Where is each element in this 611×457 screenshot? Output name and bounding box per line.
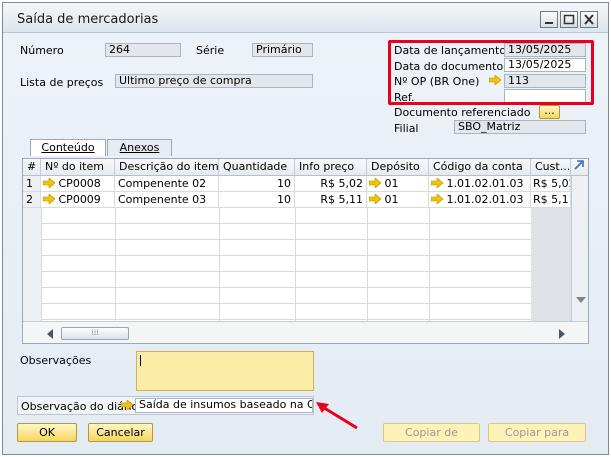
text-cursor xyxy=(140,355,141,366)
annotation-arrow-icon xyxy=(316,402,358,430)
link-arrow-icon[interactable] xyxy=(430,177,444,189)
numero-label: Número xyxy=(20,44,64,57)
vertical-scrollbar[interactable] xyxy=(571,176,588,321)
scroll-thumb[interactable]: ⁞⁞⁞ xyxy=(61,327,129,340)
minimize-button[interactable] xyxy=(540,11,558,28)
cost-cell[interactable]: R$ 5,02 xyxy=(531,176,571,192)
warehouse-cell[interactable]: 01 xyxy=(367,192,429,208)
link-arrow-icon[interactable] xyxy=(368,193,382,205)
scroll-right-icon[interactable] xyxy=(559,329,565,339)
tab-contents[interactable]: Conteúdo xyxy=(30,139,106,156)
cancel-button[interactable]: Cancelar xyxy=(88,423,153,442)
branch-label: Filial xyxy=(394,122,419,135)
journal-remark-field[interactable]: Saída de insumos baseado na OP nº 113 xyxy=(135,398,313,413)
link-arrow-icon[interactable] xyxy=(430,193,444,205)
quantity-cell[interactable]: 10 xyxy=(219,176,295,192)
column-header[interactable]: Info preço xyxy=(295,159,367,176)
maximize-button[interactable] xyxy=(560,11,578,28)
account-code: 1.01.02.01.03 xyxy=(446,193,524,206)
price-info-cell[interactable]: R$ 5,02 xyxy=(295,176,367,192)
remarks-label: Observações xyxy=(20,354,92,367)
description-cell[interactable]: Compenente 03 xyxy=(115,192,219,208)
scroll-left-icon[interactable] xyxy=(47,329,53,339)
horizontal-scrollbar[interactable]: ⁞⁞⁞ xyxy=(23,321,588,343)
price-list-field[interactable]: Último preço de compra xyxy=(115,74,313,88)
column-header[interactable]: Nº do item xyxy=(41,159,115,176)
link-arrow-icon[interactable] xyxy=(121,400,133,410)
column-header[interactable]: Quantidade xyxy=(219,159,295,176)
copy-to-button[interactable]: Copiar para xyxy=(488,423,586,442)
column-header[interactable]: Depósito xyxy=(367,159,429,176)
highlight-box xyxy=(388,40,594,105)
numero-field[interactable]: 264 xyxy=(105,43,181,57)
minimize-icon xyxy=(545,22,553,24)
link-arrow-icon[interactable] xyxy=(42,177,56,189)
description-cell[interactable]: Compenente 02 xyxy=(115,176,219,192)
column-header[interactable]: Cust... xyxy=(531,159,571,176)
account-cell[interactable]: 1.01.02.01.03 xyxy=(429,176,531,192)
serie-label: Série xyxy=(196,44,225,57)
link-arrow-icon[interactable] xyxy=(368,177,382,189)
remarks-textarea[interactable] xyxy=(136,351,314,391)
quantity-cell[interactable]: 10 xyxy=(219,192,295,208)
row-number[interactable]: 1 xyxy=(23,176,41,192)
link-arrow-icon[interactable] xyxy=(42,193,56,205)
referenced-document-button[interactable]: ... xyxy=(539,105,560,119)
serie-field[interactable]: Primário xyxy=(252,43,313,57)
warehouse-cell[interactable]: 01 xyxy=(367,176,429,192)
item-code: CP0008 xyxy=(58,177,101,190)
tab-attachments-label: Anexos xyxy=(119,141,160,154)
copy-from-button[interactable]: Copiar de xyxy=(383,423,480,442)
column-header[interactable]: Descrição do item xyxy=(115,159,219,176)
tab-contents-label: Conteúdo xyxy=(41,141,95,154)
warehouse: 01 xyxy=(384,177,399,190)
column-header[interactable]: # xyxy=(23,159,41,176)
account-code: 1.01.02.01.03 xyxy=(446,177,524,190)
close-button[interactable] xyxy=(580,11,598,28)
expand-arrow-icon xyxy=(574,160,584,170)
cost-cell[interactable]: R$ 5,11 xyxy=(531,192,571,208)
goods-issue-window: Saída de mercadorias Número 264 Série Pr… xyxy=(2,2,609,455)
price-list-label: Lista de preços xyxy=(20,76,104,89)
column-settings-button[interactable] xyxy=(571,159,588,176)
referenced-document-label: Documento referenciado xyxy=(394,106,531,119)
ok-button[interactable]: OK xyxy=(17,423,77,442)
window-title: Saída de mercadorias xyxy=(17,12,159,27)
row-number[interactable]: 2 xyxy=(23,192,41,208)
price-info-cell[interactable]: R$ 5,11 xyxy=(295,192,367,208)
item-code: CP0009 xyxy=(58,193,101,206)
title-bar: Saída de mercadorias xyxy=(3,3,608,33)
close-icon xyxy=(584,14,594,25)
maximize-icon xyxy=(563,14,575,25)
account-cell[interactable]: 1.01.02.01.03 xyxy=(429,192,531,208)
warehouse: 01 xyxy=(384,193,399,206)
column-header[interactable]: Código da conta xyxy=(429,159,531,176)
item-code-cell[interactable]: CP0008 xyxy=(41,176,115,192)
empty-rows xyxy=(23,208,571,321)
items-table: # Nº do item Descrição do item Quantidad… xyxy=(22,158,589,344)
tab-attachments[interactable]: Anexos xyxy=(107,139,172,156)
item-code-cell[interactable]: CP0009 xyxy=(41,192,115,208)
branch-field[interactable]: SBO_Matriz xyxy=(454,120,586,134)
scroll-down-icon[interactable] xyxy=(576,297,586,303)
